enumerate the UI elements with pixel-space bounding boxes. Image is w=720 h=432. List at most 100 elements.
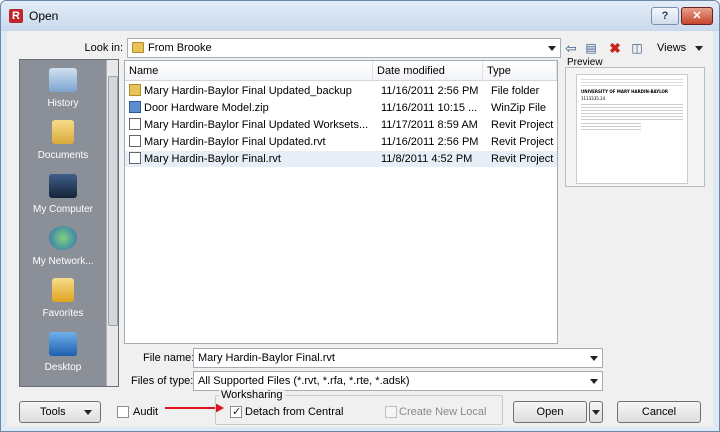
open-options-button[interactable] [589, 401, 603, 423]
file-type-dropdown[interactable]: All Supported Files (*.rvt, *.rfa, *.rte… [193, 371, 603, 391]
tools-label: Tools [40, 406, 66, 418]
open-label: Open [536, 406, 564, 418]
place-label: Documents [37, 150, 89, 161]
create-new-local-checkbox[interactable] [385, 406, 397, 418]
preview-heading: UNIVERSITY OF MARY HARDIN-BAYLOR [581, 89, 669, 94]
views-menu[interactable]: Views [657, 42, 686, 54]
file-row[interactable]: Mary Hardin-Baylor Final Updated.rvt 11/… [125, 134, 557, 150]
chevron-down-icon[interactable] [590, 379, 598, 384]
history-icon [49, 68, 77, 92]
place-label: Desktop [44, 362, 82, 373]
audit-label[interactable]: Audit [133, 406, 158, 418]
file-type: Revit Project [491, 153, 554, 165]
desktop-icon [49, 332, 77, 356]
annotation-arrow-line [165, 407, 219, 409]
open-dialog: R Open ? ✕ Look in: From Brooke ⇦ ▤ ✖ ◫ … [0, 0, 720, 432]
preview-text-lines [581, 104, 683, 120]
places-scroll-thumb[interactable] [108, 76, 118, 326]
dialog-title: Open [29, 9, 59, 23]
place-label: History [47, 98, 79, 109]
place-documents[interactable]: Documents [20, 120, 106, 161]
file-name-value: Mary Hardin-Baylor Final.rvt [198, 352, 335, 364]
place-history[interactable]: History [20, 68, 106, 109]
title-bar[interactable]: R Open ? ✕ [1, 1, 719, 31]
audit-checkbox[interactable] [117, 406, 129, 418]
dialog-body: Look in: From Brooke ⇦ ▤ ✖ ◫ Views Histo… [7, 31, 713, 427]
folder-icon [132, 42, 144, 53]
file-name: Mary Hardin-Baylor Final Updated Workset… [144, 119, 369, 131]
file-name-input[interactable]: Mary Hardin-Baylor Final.rvt [193, 348, 603, 368]
place-label: My Network... [32, 256, 94, 267]
detach-from-central-label[interactable]: Detach from Central [245, 406, 343, 418]
close-button[interactable]: ✕ [681, 7, 713, 25]
look-in-label: Look in: [84, 42, 123, 54]
file-type: Revit Project [491, 119, 554, 131]
places-bar: History Documents My Computer My Network… [19, 59, 119, 387]
column-header-type[interactable]: Type [483, 61, 557, 81]
place-label: Favorites [42, 308, 84, 319]
place-label: My Computer [32, 204, 93, 215]
open-button[interactable]: Open [513, 401, 587, 423]
back-arrow-icon[interactable]: ⇦ [563, 39, 579, 57]
file-row[interactable]: Mary Hardin-Baylor Final Updated Workset… [125, 117, 557, 133]
file-name-label: File name: [143, 352, 195, 364]
file-type: File folder [491, 85, 540, 97]
preview-number: 1113335.24 [581, 96, 606, 101]
help-button[interactable]: ? [651, 7, 679, 25]
column-header-name[interactable]: Name [125, 61, 373, 81]
rvt-icon [129, 118, 141, 130]
delete-icon[interactable]: ✖ [607, 39, 623, 57]
file-name: Mary Hardin-Baylor Final.rvt [144, 153, 281, 165]
place-my-network[interactable]: My Network... [20, 226, 106, 267]
detach-from-central-checkbox[interactable] [230, 405, 242, 418]
create-new-local-label: Create New Local [399, 406, 487, 418]
file-type-label: Files of type: [131, 375, 194, 387]
zip-icon [129, 101, 141, 113]
preview-text-lines [581, 79, 683, 87]
file-type-value: All Supported Files (*.rvt, *.rfa, *.rte… [198, 375, 410, 387]
network-icon [49, 226, 77, 250]
place-favorites[interactable]: Favorites [20, 278, 106, 319]
chevron-down-icon[interactable] [548, 46, 556, 51]
chevron-down-icon [592, 410, 600, 415]
folder-icon [129, 84, 141, 96]
look-in-value: From Brooke [148, 42, 212, 54]
file-row-selected[interactable]: Mary Hardin-Baylor Final.rvt 11/8/2011 4… [125, 151, 557, 167]
file-name: Door Hardware Model.zip [144, 102, 269, 114]
new-folder-icon[interactable]: ◫ [629, 39, 645, 57]
preview-pane: UNIVERSITY OF MARY HARDIN-BAYLOR 1113335… [565, 67, 705, 187]
preview-text-lines [581, 123, 641, 131]
chevron-down-icon[interactable] [590, 356, 598, 361]
rvt-icon [129, 135, 141, 147]
file-type: WinZip File [491, 102, 547, 114]
revit-app-icon: R [9, 9, 23, 23]
place-my-computer[interactable]: My Computer [20, 174, 106, 215]
preview-thumbnail: UNIVERSITY OF MARY HARDIN-BAYLOR 1113335… [576, 74, 688, 184]
file-list: Name Date modified Type Mary Hardin-Bayl… [124, 60, 558, 344]
views-chevron-down-icon[interactable] [695, 46, 703, 51]
cancel-label: Cancel [641, 406, 677, 418]
documents-icon [52, 120, 74, 144]
place-desktop[interactable]: Desktop [20, 332, 106, 373]
tools-button[interactable]: Tools [19, 401, 101, 423]
computer-icon [49, 174, 77, 198]
file-name: Mary Hardin-Baylor Final Updated.rvt [144, 136, 326, 148]
worksharing-label: Worksharing [219, 389, 285, 401]
file-type: Revit Project [491, 136, 554, 148]
chevron-down-icon [84, 410, 92, 415]
cancel-button[interactable]: Cancel [617, 401, 701, 423]
up-folder-icon[interactable]: ▤ [583, 39, 599, 57]
file-date: 11/17/2011 8:59 AM [381, 119, 478, 131]
file-date: 11/16/2011 2:56 PM [381, 136, 479, 148]
file-date: 11/16/2011 10:15 ... [381, 102, 478, 114]
file-name: Mary Hardin-Baylor Final Updated_backup [144, 85, 352, 97]
column-header-date[interactable]: Date modified [373, 61, 483, 81]
file-date: 11/8/2011 4:52 PM [381, 153, 473, 165]
file-row[interactable]: Mary Hardin-Baylor Final Updated_backup … [125, 83, 557, 99]
favorites-icon [52, 278, 74, 302]
rvt-icon [129, 152, 141, 164]
file-date: 11/16/2011 2:56 PM [381, 85, 479, 97]
places-scrollbar[interactable] [106, 60, 118, 386]
look-in-dropdown[interactable]: From Brooke [127, 38, 561, 58]
file-row[interactable]: Door Hardware Model.zip 11/16/2011 10:15… [125, 100, 557, 116]
